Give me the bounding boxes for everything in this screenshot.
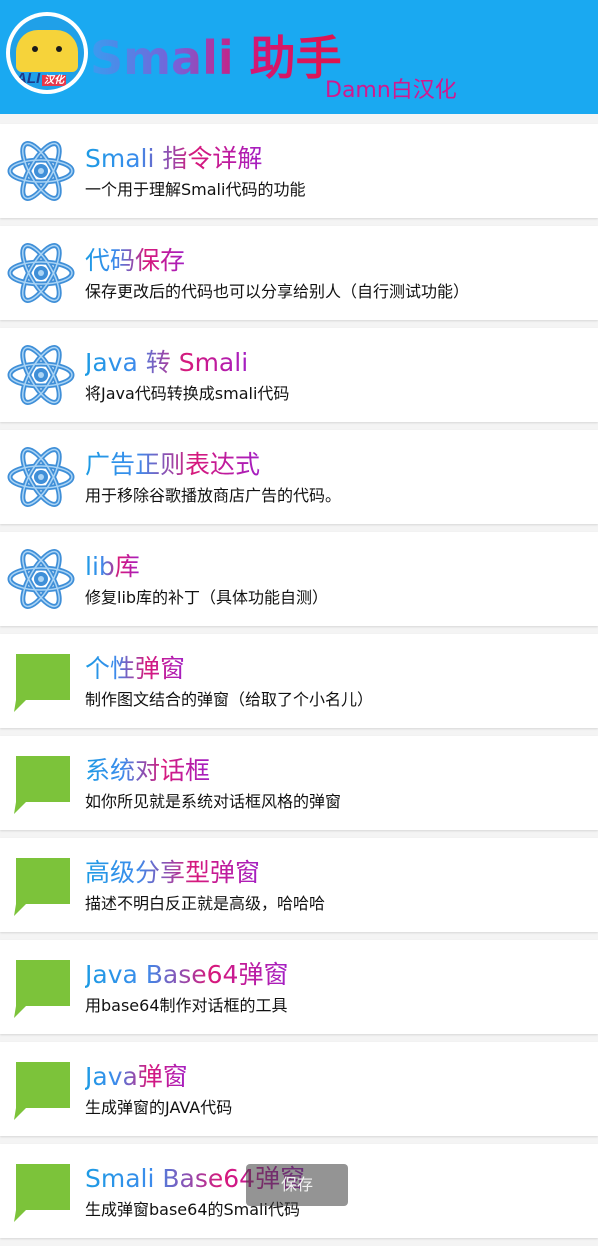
logo-text-main: ALI — [16, 70, 41, 87]
list-item-system-dialog[interactable]: 系统对话框 如你所见就是系统对话框风格的弹窗 — [0, 736, 598, 830]
item-description: 描述不明白反正就是高级，哈哈哈 — [85, 894, 326, 913]
item-description: 将Java代码转换成smali代码 — [85, 384, 290, 403]
item-title: 广告正则表达式 — [85, 448, 260, 482]
atom-icon — [7, 447, 75, 507]
android-face-icon — [16, 30, 78, 72]
list-item-share-dialog[interactable]: 高级分享型弹窗 描述不明白反正就是高级，哈哈哈 — [0, 838, 598, 932]
eye-icon — [56, 46, 62, 52]
feature-list: Smali 指令详解 一个用于理解Smali代码的功能 代码保存 保存更改后的代… — [0, 124, 598, 1246]
app-logo: ALI 汉化 — [6, 12, 88, 94]
list-item-smali-instructions[interactable]: Smali 指令详解 一个用于理解Smali代码的功能 — [0, 124, 598, 218]
atom-icon — [7, 345, 75, 405]
chat-bubble-icon — [14, 858, 70, 916]
logo-text-badge: 汉化 — [42, 75, 67, 86]
list-item-lib[interactable]: lib库 修复lib库的补丁（具体功能自测） — [0, 532, 598, 626]
atom-icon — [7, 243, 75, 303]
item-description: 制作图文结合的弹窗（给取了个小名儿） — [85, 690, 374, 709]
atom-icon — [7, 549, 75, 609]
app-subtitle: Damn白汉化 — [325, 78, 457, 103]
item-title: Smali 指令详解 — [85, 142, 262, 176]
item-description: 用于移除谷歌播放商店广告的代码。 — [85, 486, 342, 505]
item-title: 系统对话框 — [85, 754, 210, 788]
item-description: 用base64制作对话框的工具 — [85, 996, 288, 1015]
toast-message: 保存 — [246, 1164, 348, 1206]
item-description: 生成弹窗的JAVA代码 — [85, 1098, 233, 1117]
item-title: Java弹窗 — [85, 1060, 188, 1094]
list-item-ad-regex[interactable]: 广告正则表达式 用于移除谷歌播放商店广告的代码。 — [0, 430, 598, 524]
item-description: 如你所见就是系统对话框风格的弹窗 — [85, 792, 342, 811]
chat-bubble-icon — [14, 1062, 70, 1120]
app-header: ALI 汉化 Smali 助手 Damn白汉化 — [0, 0, 598, 114]
chat-bubble-icon — [14, 654, 70, 712]
app-title: Smali 助手 — [90, 28, 342, 88]
item-title: 代码保存 — [85, 244, 185, 278]
list-item-java-to-smali[interactable]: Java 转 Smali 将Java代码转换成smali代码 — [0, 328, 598, 422]
logo-badge-icon: ALI 汉化 — [10, 16, 84, 90]
item-description: 修复lib库的补丁（具体功能自测） — [85, 588, 329, 607]
list-item-custom-dialog[interactable]: 个性弹窗 制作图文结合的弹窗（给取了个小名儿） — [0, 634, 598, 728]
list-item-java-dialog[interactable]: Java弹窗 生成弹窗的JAVA代码 — [0, 1042, 598, 1136]
item-title: lib库 — [85, 550, 140, 584]
item-description: 一个用于理解Smali代码的功能 — [85, 180, 306, 199]
list-item-java-base64-dialog[interactable]: Java Base64弹窗 用base64制作对话框的工具 — [0, 940, 598, 1034]
chat-bubble-icon — [14, 756, 70, 814]
atom-icon — [7, 141, 75, 201]
chat-bubble-icon — [14, 1164, 70, 1222]
logo-text: ALI 汉化 — [16, 70, 67, 87]
chat-bubble-icon — [14, 960, 70, 1018]
list-item-code-save[interactable]: 代码保存 保存更改后的代码也可以分享给别人（自行测试功能） — [0, 226, 598, 320]
eye-icon — [32, 46, 38, 52]
item-description: 保存更改后的代码也可以分享给别人（自行测试功能） — [85, 282, 470, 301]
item-title: 高级分享型弹窗 — [85, 856, 260, 890]
item-title: Java Base64弹窗 — [85, 958, 288, 992]
item-title: 个性弹窗 — [85, 652, 185, 686]
item-title: Java 转 Smali — [85, 346, 248, 380]
